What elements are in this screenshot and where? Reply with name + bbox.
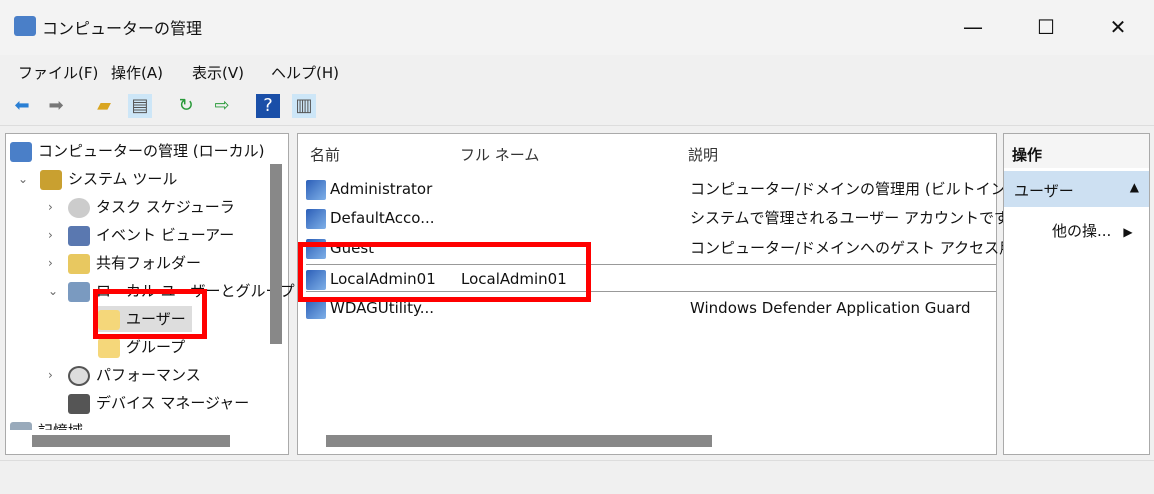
user-icon [306, 208, 326, 229]
user-icon [306, 179, 326, 200]
actions-pane: 操作 ユーザー ▲ 他の操... ▶ [1003, 133, 1150, 455]
cell-description: コンピューター/ドメインの管理用 (ビルトイン アカ [690, 180, 1041, 198]
collapse-triangle-icon: ▲ [1129, 180, 1139, 194]
toolbar: ⬅ ➡ ▰ ▤ ↻ ⇨ ? ▥ [0, 88, 1154, 126]
status-bar [0, 460, 1154, 494]
label: ユーザー [1014, 182, 1074, 200]
cell-description: システムで管理されるユーザー アカウントです。 [690, 209, 1023, 227]
maximize-button[interactable]: ☐ [1031, 12, 1061, 42]
table-row[interactable]: Administrator コンピューター/ドメインの管理用 (ビルトイン アカ [306, 175, 1040, 203]
tree-root[interactable]: コンピューターの管理 (ローカル) [10, 138, 264, 164]
refresh-icon[interactable]: ↻ [174, 94, 198, 118]
tree-task-scheduler[interactable]: タスク スケジューラ [68, 194, 235, 220]
label: グループ [126, 338, 186, 356]
tree-root-label: コンピューターの管理 (ローカル) [38, 142, 265, 160]
label: 記憶域 [38, 422, 83, 430]
computer-icon [10, 141, 32, 162]
back-arrow-icon[interactable]: ⬅ [10, 94, 34, 118]
highlight-box [93, 289, 207, 339]
cell-name: DefaultAcco... [330, 209, 435, 227]
users-group-icon [68, 281, 90, 302]
label: デバイス マネージャー [96, 394, 250, 412]
shared-folder-icon [68, 253, 90, 274]
cell-name: Administrator [330, 180, 433, 198]
storage-icon [10, 421, 32, 430]
help-icon[interactable]: ? [256, 94, 280, 118]
window-title: コンピューターの管理 [42, 19, 203, 38]
actions-header: 操作 [1004, 134, 1149, 168]
event-viewer-icon [68, 225, 90, 246]
export-icon[interactable]: ⇨ [210, 94, 234, 118]
up-folder-icon[interactable]: ▰ [92, 94, 116, 118]
menu-bar: ファイル(F) 操作(A) 表示(V) ヘルプ(H) [0, 55, 1154, 87]
clock-icon [68, 197, 90, 218]
tree-pane: コンピューターの管理 (ローカル) ⌄ システム ツール › タスク スケジュー… [5, 133, 295, 455]
device-manager-icon [68, 393, 90, 414]
tree-performance[interactable]: パフォーマンス [68, 362, 201, 388]
chevron-down-icon[interactable]: ⌄ [18, 172, 28, 186]
label: システム ツール [68, 170, 178, 188]
label: パフォーマンス [96, 366, 201, 384]
menu-help[interactable]: ヘルプ(H) [271, 62, 339, 83]
minimize-button[interactable]: — [958, 12, 988, 42]
label: イベント ビューアー [96, 226, 235, 244]
tree-event-viewer[interactable]: イベント ビューアー [68, 222, 234, 248]
label: 共有フォルダー [96, 254, 202, 272]
horizontal-scrollbar[interactable] [32, 435, 230, 447]
menu-file[interactable]: ファイル(F) [18, 62, 98, 83]
vertical-scrollbar[interactable] [270, 164, 282, 344]
chevron-down-icon[interactable]: ⌄ [48, 284, 58, 298]
triangle-right-icon: ▶ [1123, 225, 1133, 239]
forward-arrow-icon[interactable]: ➡ [44, 94, 68, 118]
performance-icon [68, 365, 90, 386]
chevron-right-icon[interactable]: › [48, 256, 53, 270]
tree-storage[interactable]: 記憶域 [10, 416, 83, 430]
chevron-right-icon[interactable]: › [48, 200, 53, 214]
computer-management-icon [14, 16, 36, 36]
highlight-box [298, 242, 591, 302]
column-header-name[interactable]: 名前 [310, 144, 340, 165]
chevron-right-icon[interactable]: › [48, 228, 53, 242]
user-list-pane: 名前 フル ネーム 説明 Administrator コンピューター/ドメインの管… [297, 133, 1040, 455]
show-action-pane-icon[interactable]: ▥ [292, 94, 316, 118]
close-button[interactable]: ✕ [1103, 12, 1133, 42]
menu-action[interactable]: 操作(A) [111, 62, 163, 83]
label: 他の操... [1052, 222, 1112, 240]
label: タスク スケジューラ [96, 198, 235, 216]
actions-section-users[interactable]: ユーザー ▲ [1004, 171, 1149, 207]
horizontal-scrollbar[interactable] [326, 435, 712, 447]
tree-system-tools[interactable]: システム ツール [40, 166, 177, 192]
folder-icon [98, 337, 120, 358]
column-header-fullname[interactable]: フル ネーム [460, 144, 539, 165]
tools-icon [40, 169, 62, 190]
chevron-right-icon[interactable]: › [48, 368, 53, 382]
more-actions[interactable]: 他の操... ▶ [1052, 220, 1133, 241]
table-row[interactable]: DefaultAcco... システムで管理されるユーザー アカウントです。 [306, 204, 1023, 232]
tree-device-manager[interactable]: デバイス マネージャー [68, 390, 249, 416]
cell-description: コンピューター/ドメインへのゲスト アクセス用 (ビ [690, 239, 1040, 257]
column-header-description[interactable]: 説明 [688, 144, 718, 165]
title-bar: コンピューターの管理 — ☐ ✕ [0, 0, 1154, 55]
tree-shared-folders[interactable]: 共有フォルダー [68, 250, 201, 276]
menu-view[interactable]: 表示(V) [192, 62, 244, 83]
show-tree-icon[interactable]: ▤ [128, 94, 152, 118]
cell-description: Windows Defender Application Guard [690, 299, 971, 317]
